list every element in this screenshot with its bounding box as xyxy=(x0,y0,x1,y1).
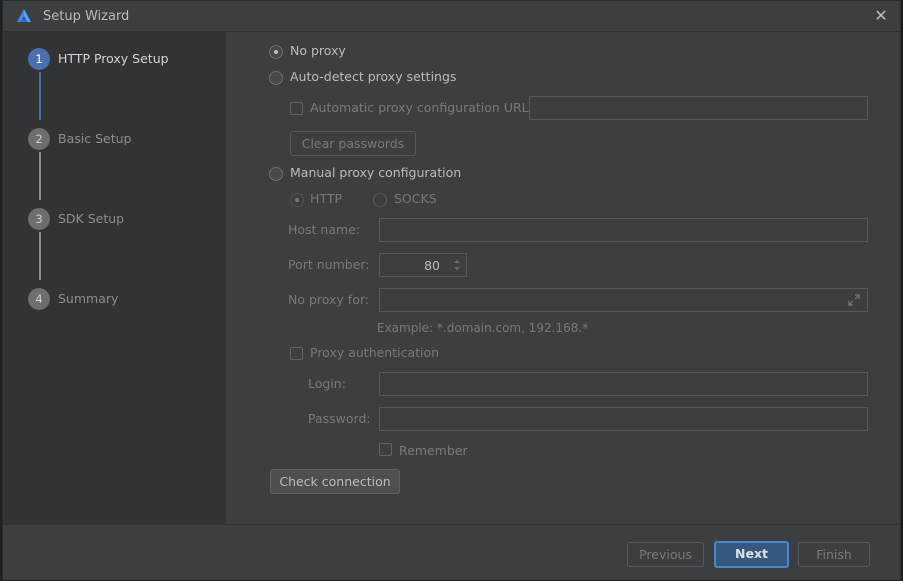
window-title: Setup Wizard xyxy=(43,9,130,24)
step-label: SDK Setup xyxy=(58,211,125,226)
example-hint: Example: *.domain.com, 192.168.* xyxy=(377,321,589,335)
http-radio[interactable] xyxy=(290,193,304,207)
step-number-badge: 2 xyxy=(28,128,50,150)
step-label: Summary xyxy=(58,291,119,306)
no-proxy-for-label: No proxy for: xyxy=(288,292,369,307)
password-field[interactable] xyxy=(379,407,868,431)
finish-button[interactable]: Finish xyxy=(798,542,870,567)
check-connection-button[interactable]: Check connection xyxy=(270,469,400,494)
host-name-field[interactable] xyxy=(379,218,868,242)
remember-checkbox[interactable] xyxy=(379,443,392,456)
wizard-steps-sidebar: 1 HTTP Proxy Setup 2 Basic Setup 3 SDK S… xyxy=(3,32,226,524)
step-label: HTTP Proxy Setup xyxy=(58,51,169,66)
port-number-label: Port number: xyxy=(288,257,370,272)
login-label: Login: xyxy=(308,376,346,391)
previous-button[interactable]: Previous xyxy=(627,542,704,567)
login-field[interactable] xyxy=(379,372,868,396)
auto-detect-label: Auto-detect proxy settings xyxy=(290,69,457,84)
http-label: HTTP xyxy=(310,191,342,206)
password-label: Password: xyxy=(308,411,371,426)
proxy-settings-panel: No proxy Auto-detect proxy settings Auto… xyxy=(226,32,902,524)
step-number-badge: 4 xyxy=(28,288,50,310)
app-logo-icon xyxy=(17,9,31,22)
socks-radio[interactable] xyxy=(373,193,387,207)
socks-label: SOCKS xyxy=(394,191,437,206)
step-connector xyxy=(39,152,41,200)
no-proxy-radio[interactable] xyxy=(269,45,283,59)
no-proxy-label: No proxy xyxy=(290,43,346,58)
clear-passwords-button[interactable]: Clear passwords xyxy=(290,131,416,156)
port-number-stepper[interactable]: 80 xyxy=(379,253,467,277)
remember-label: Remember xyxy=(399,443,468,458)
no-proxy-for-field[interactable] xyxy=(379,288,868,312)
step-label: Basic Setup xyxy=(58,131,132,146)
title-bar: Setup Wizard ✕ xyxy=(3,1,900,32)
step-connector xyxy=(39,232,41,280)
proxy-authentication-checkbox[interactable] xyxy=(290,347,303,360)
manual-proxy-label: Manual proxy configuration xyxy=(290,165,462,180)
host-name-label: Host name: xyxy=(288,222,361,237)
close-icon[interactable]: ✕ xyxy=(870,5,892,27)
step-connector xyxy=(39,72,41,120)
auto-config-url-field[interactable] xyxy=(529,96,868,120)
manual-proxy-radio[interactable] xyxy=(269,167,283,181)
step-number-badge: 3 xyxy=(28,208,50,230)
port-number-value: 80 xyxy=(424,258,440,273)
wizard-footer: Previous Next Finish xyxy=(3,524,900,580)
next-button[interactable]: Next xyxy=(714,541,789,568)
spinner-arrows-icon[interactable] xyxy=(451,257,463,273)
setup-wizard-window: Setup Wizard ✕ 1 HTTP Proxy Setup 2 Basi… xyxy=(2,0,902,580)
expand-icon[interactable] xyxy=(847,293,861,307)
auto-detect-radio[interactable] xyxy=(269,71,283,85)
proxy-authentication-label: Proxy authentication xyxy=(310,345,440,360)
auto-config-url-label: Automatic proxy configuration URL: xyxy=(310,100,533,115)
auto-config-url-checkbox[interactable] xyxy=(290,102,303,115)
step-number-badge: 1 xyxy=(28,48,50,70)
